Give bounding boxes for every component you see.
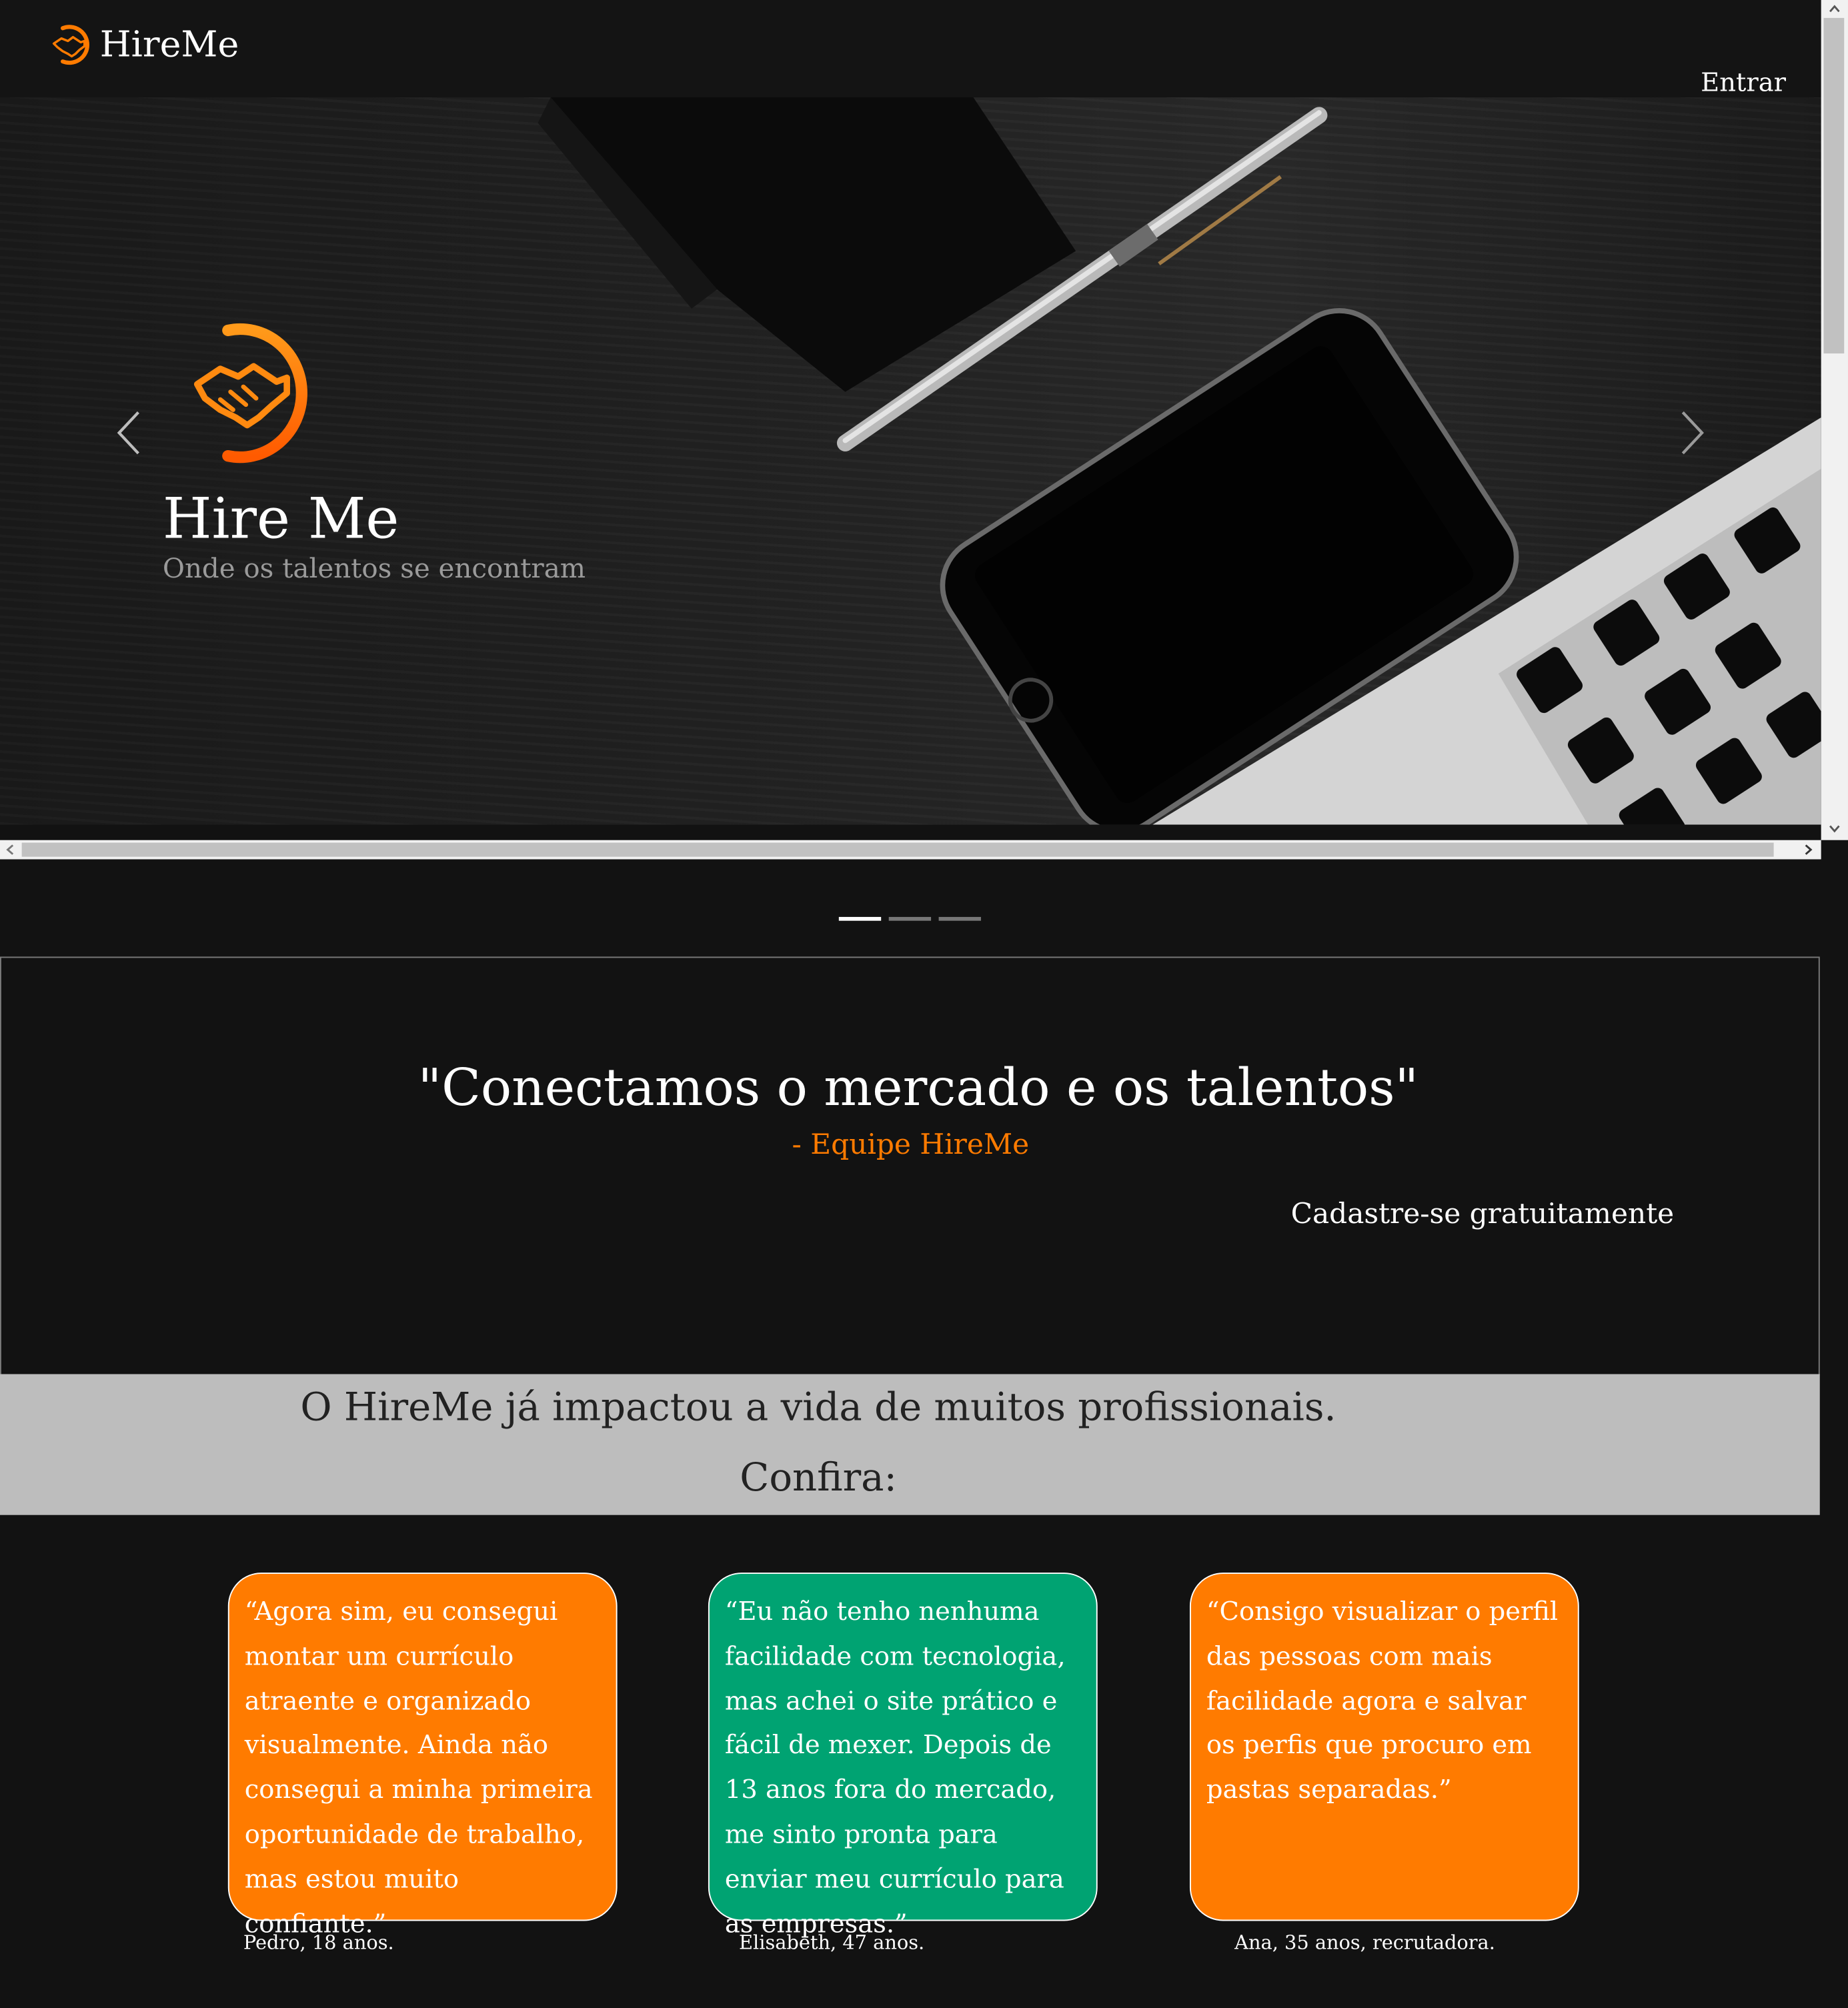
testimonial-card: “Agora sim, eu consegui montar um curríc… bbox=[227, 1573, 618, 1939]
carousel-prev-icon[interactable] bbox=[113, 407, 143, 459]
quote-author: - Equipe HireMe bbox=[792, 1129, 1030, 1162]
hero-subtitle: Onde os talentos se encontram bbox=[162, 553, 586, 584]
carousel-indicator-3[interactable] bbox=[938, 916, 981, 921]
quote-section bbox=[0, 956, 1820, 1376]
scroll-up-icon[interactable] bbox=[1825, 0, 1844, 18]
horizontal-scrollbar-thumb[interactable] bbox=[21, 842, 1774, 857]
quote-text: "Conectamos o mercado e os talentos" bbox=[417, 1059, 1419, 1118]
testimonial-author: Ana, 35 anos, recrutadora. bbox=[1234, 1931, 1495, 1955]
login-link[interactable]: Entrar bbox=[1701, 67, 1786, 97]
handshake-logo-icon[interactable] bbox=[51, 21, 92, 69]
hero-handshake-logo-icon bbox=[193, 323, 307, 463]
scroll-down-icon[interactable] bbox=[1825, 820, 1844, 838]
impact-heading: O HireMe já impactou a vida de muitos pr… bbox=[300, 1385, 1336, 1430]
testimonial-card: “Eu não tenho nenhuma facilidade com tec… bbox=[708, 1573, 1098, 1939]
carousel-indicator-2[interactable] bbox=[888, 916, 932, 921]
testimonial-author: Pedro, 18 anos. bbox=[243, 1931, 394, 1955]
impact-subheading: Confira: bbox=[740, 1456, 897, 1501]
top-navbar bbox=[0, 0, 1821, 97]
vertical-scrollbar-thumb[interactable] bbox=[1823, 17, 1845, 354]
scroll-left-icon[interactable] bbox=[3, 842, 19, 858]
signup-link[interactable]: Cadastre-se gratuitamente bbox=[1291, 1198, 1675, 1230]
carousel-indicator-1[interactable] bbox=[838, 916, 882, 921]
scroll-right-icon[interactable] bbox=[1799, 842, 1816, 858]
testimonial-card: “Consigo visualizar o perfil das pessoas… bbox=[1189, 1573, 1579, 1921]
carousel-next-icon[interactable] bbox=[1678, 407, 1709, 459]
hero-title: Hire Me bbox=[162, 486, 399, 552]
testimonial-author: Elisabeth, 47 anos. bbox=[739, 1931, 925, 1955]
brand-name[interactable]: HireMe bbox=[100, 23, 239, 65]
